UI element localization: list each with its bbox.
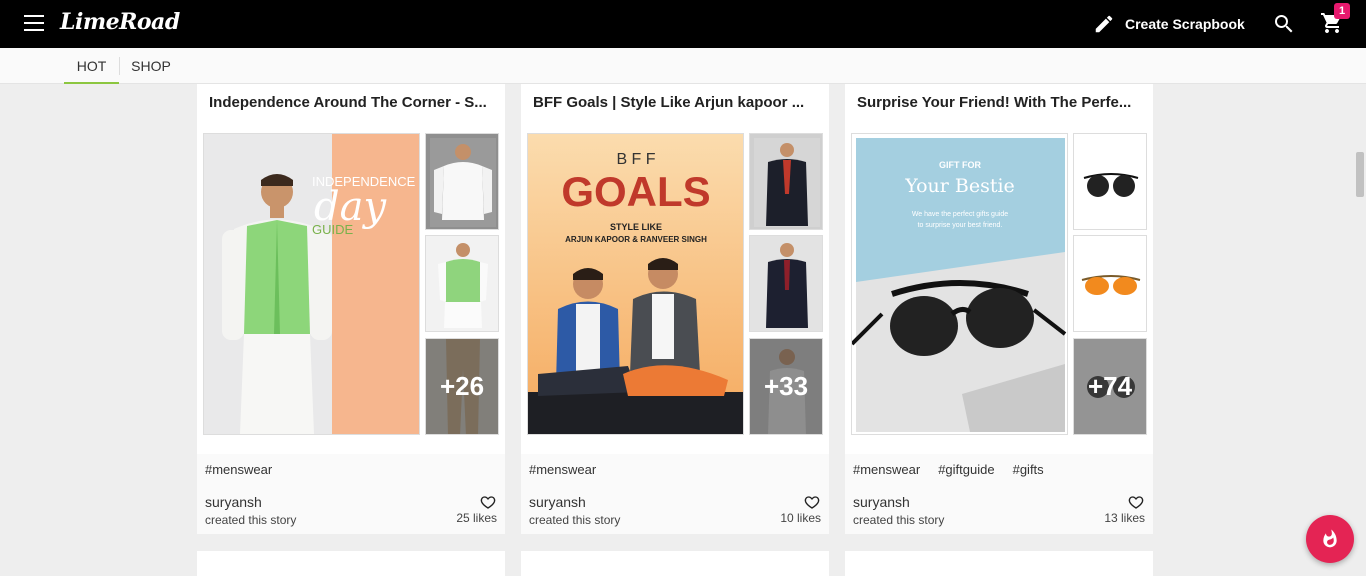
tag-list: #menswear #giftguide #gifts (853, 462, 1044, 477)
product-thumbnail[interactable] (749, 133, 823, 230)
menu-icon[interactable] (24, 15, 44, 31)
scrollbar-thumb[interactable] (1356, 152, 1364, 197)
tag-list: #menswear (205, 462, 272, 477)
banner-line4: ARJUN KAPOOR & RANVEER SINGH (565, 235, 707, 244)
more-items-count: +33 (750, 339, 822, 434)
story-card[interactable] (845, 551, 1153, 576)
tag-list: #menswear (529, 462, 596, 477)
created-label: created this story (529, 513, 621, 527)
logo[interactable]: LimeRoad (60, 9, 180, 35)
story-card[interactable]: Surprise Your Friend! With The Perfe... … (845, 84, 1153, 534)
product-thumbnail[interactable] (425, 133, 499, 230)
story-card[interactable] (521, 551, 829, 576)
story-collage[interactable]: INDEPENDENCE day GUIDE +26 (203, 133, 499, 435)
story-main-image[interactable]: INDEPENDENCE day GUIDE (203, 133, 420, 435)
tab-shop[interactable]: SHOP (120, 48, 182, 84)
tag-link[interactable]: #giftguide (938, 462, 994, 477)
story-card[interactable]: BFF Goals | Style Like Arjun kapoor ... … (521, 84, 829, 534)
likes-count: 13 likes (1104, 511, 1145, 525)
banner-line3: STYLE LIKE (610, 222, 662, 232)
story-main-image[interactable]: GIFT FOR Your Bestie We have the perfect… (851, 133, 1068, 435)
tag-link[interactable]: #menswear (205, 462, 272, 477)
author-name[interactable]: suryansh (205, 494, 262, 510)
product-thumbnail[interactable]: +33 (749, 338, 823, 435)
banner-line1: GIFT FOR (939, 160, 981, 170)
story-main-image[interactable]: B F F GOALS STYLE LIKE ARJUN KAPOOR & RA… (527, 133, 744, 435)
tag-link[interactable]: #menswear (529, 462, 596, 477)
story-collage[interactable]: B F F GOALS STYLE LIKE ARJUN KAPOOR & RA… (527, 133, 823, 435)
banner-line3: We have the perfect gifts guide (912, 211, 1008, 218)
author-name[interactable]: suryansh (529, 494, 586, 510)
story-title[interactable]: Surprise Your Friend! With The Perfe... (857, 94, 1143, 111)
tag-link[interactable]: #gifts (1013, 462, 1044, 477)
flame-icon (1323, 529, 1337, 548)
heart-icon[interactable] (1128, 494, 1144, 510)
top-bar: LimeRoad Create Scrapbook 1 (0, 0, 1366, 48)
trending-button[interactable] (1306, 515, 1354, 563)
product-thumbnail[interactable]: +74 (1073, 338, 1147, 435)
story-card[interactable] (197, 551, 505, 576)
search-icon[interactable] (1272, 12, 1296, 36)
create-scrapbook-button[interactable]: Create Scrapbook (1093, 12, 1245, 36)
banner-line4: to surprise your best friend. (918, 222, 1003, 229)
more-items-count: +74 (1074, 339, 1146, 434)
story-title[interactable]: Independence Around The Corner - S... (209, 94, 495, 111)
product-thumbnail[interactable] (425, 235, 499, 332)
banner-line3: GUIDE (312, 222, 354, 237)
created-label: created this story (205, 513, 297, 527)
product-thumbnail[interactable] (749, 235, 823, 332)
tab-bar: HOT SHOP (0, 48, 1366, 84)
story-card[interactable]: Independence Around The Corner - S... IN… (197, 84, 505, 534)
created-label: created this story (853, 513, 945, 527)
cart-count-badge: 1 (1334, 3, 1350, 19)
product-thumbnail[interactable]: +26 (425, 338, 499, 435)
tab-hot[interactable]: HOT (64, 48, 119, 84)
product-thumbnail[interactable] (1073, 235, 1147, 332)
create-scrapbook-label: Create Scrapbook (1125, 16, 1245, 32)
pencil-icon (1095, 15, 1113, 33)
story-title[interactable]: BFF Goals | Style Like Arjun kapoor ... (533, 94, 819, 111)
banner-line1: B F F (616, 151, 655, 168)
banner-line2: Your Bestie (904, 175, 1015, 197)
heart-icon[interactable] (804, 494, 820, 510)
author-name[interactable]: suryansh (853, 494, 910, 510)
banner-line2: GOALS (561, 168, 710, 215)
tag-link[interactable]: #menswear (853, 462, 920, 477)
likes-count: 25 likes (456, 511, 497, 525)
heart-icon[interactable] (480, 494, 496, 510)
likes-count: 10 likes (780, 511, 821, 525)
story-collage[interactable]: GIFT FOR Your Bestie We have the perfect… (851, 133, 1147, 435)
more-items-count: +26 (426, 339, 498, 434)
product-thumbnail[interactable] (1073, 133, 1147, 230)
